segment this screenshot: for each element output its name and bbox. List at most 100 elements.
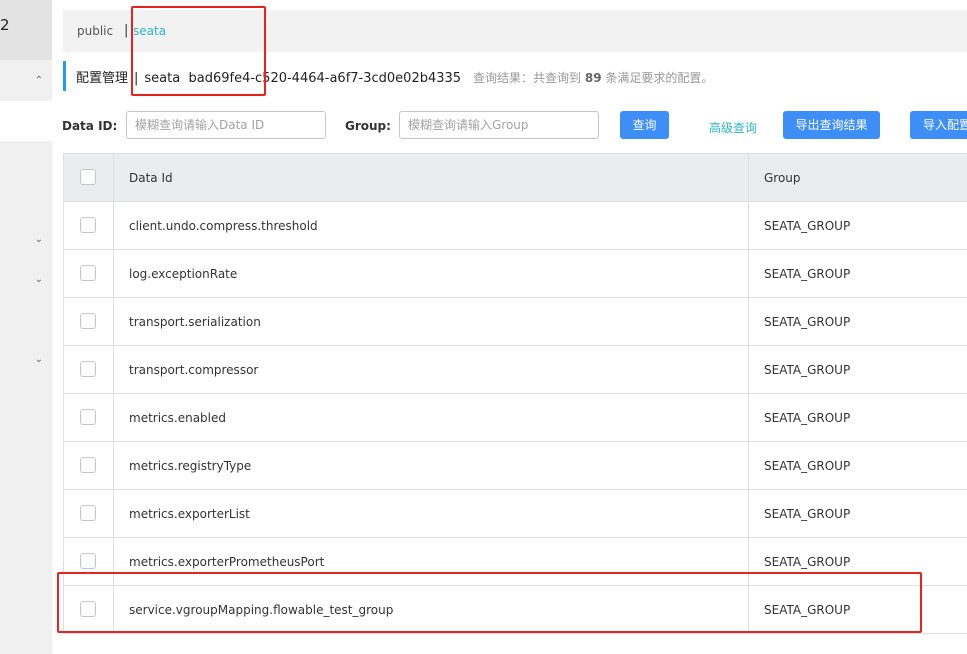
group-input[interactable] [399, 111, 599, 139]
sidebar: 2 ⌃ ⌄ ⌄ ⌄ [0, 0, 52, 654]
row-data-id-cell: metrics.exporterPrometheusPort [114, 538, 749, 585]
row-group-cell: SEATA_GROUP [749, 490, 967, 537]
result-count: 89 [584, 71, 602, 85]
data-id-input[interactable] [126, 111, 326, 139]
row-data-id-cell: transport.compressor [114, 346, 749, 393]
row-data-id-cell: client.undo.compress.threshold [114, 202, 749, 249]
row-checkbox[interactable] [80, 505, 96, 521]
row-group: SEATA_GROUP [764, 411, 851, 425]
sidebar-top-label: 2 [0, 16, 10, 34]
row-group: SEATA_GROUP [764, 363, 851, 377]
query-button[interactable]: 查询 [620, 111, 669, 139]
table-row[interactable]: metrics.enabled SEATA_GROUP [64, 394, 967, 442]
namespace-seata[interactable]: seata [133, 24, 166, 38]
namespace-separator: | [124, 23, 129, 38]
header-data-id-cell: Data Id [114, 154, 749, 201]
row-data-id-cell: metrics.exporterList [114, 490, 749, 537]
row-checkbox[interactable] [80, 457, 96, 473]
row-data-id: transport.serialization [129, 315, 261, 329]
data-id-label: Data ID: [62, 119, 118, 133]
row-group: SEATA_GROUP [764, 555, 851, 569]
chevron-up-icon[interactable]: ⌃ [33, 75, 45, 87]
page-title-text: 配置管理 [76, 71, 129, 86]
row-data-id-cell: service.vgroupMapping.flowable_test_grou… [114, 586, 749, 633]
advanced-query-link[interactable]: 高级查询 [709, 119, 757, 136]
table-row[interactable]: transport.serialization SEATA_GROUP [64, 298, 967, 346]
table-row[interactable]: log.exceptionRate SEATA_GROUP [64, 250, 967, 298]
table-row[interactable]: metrics.exporterPrometheusPort SEATA_GRO… [64, 538, 967, 586]
sidebar-top-item[interactable]: 2 [0, 0, 52, 60]
row-check-cell [64, 586, 114, 633]
table-row[interactable]: metrics.registryType SEATA_GROUP [64, 442, 967, 490]
result-suffix: 条满足要求的配置。 [605, 71, 714, 85]
row-group: SEATA_GROUP [764, 459, 851, 473]
config-table: Data Id Group client.undo.compress.thres… [63, 153, 967, 634]
row-group: SEATA_GROUP [764, 603, 851, 617]
row-check-cell [64, 394, 114, 441]
row-data-id: metrics.registryType [129, 459, 252, 473]
title-namespace: seata [144, 71, 181, 86]
chevron-down-icon[interactable]: ⌄ [33, 234, 45, 246]
table-row[interactable]: transport.compressor SEATA_GROUP [64, 346, 967, 394]
row-check-cell [64, 346, 114, 393]
header-group-cell: Group [749, 154, 967, 201]
row-group-cell: SEATA_GROUP [749, 298, 967, 345]
result-prefix: 查询结果：共查询到 [473, 71, 582, 85]
row-check-cell [64, 538, 114, 585]
row-group-cell: SEATA_GROUP [749, 346, 967, 393]
title-namespace-id: bad69fe4-c520-4464-a6f7-3cd0e02b4335 [188, 71, 462, 86]
row-group: SEATA_GROUP [764, 267, 851, 281]
row-data-id-cell: metrics.enabled [114, 394, 749, 441]
row-check-cell [64, 442, 114, 489]
row-data-id: transport.compressor [129, 363, 259, 377]
row-group-cell: SEATA_GROUP [749, 538, 967, 585]
header-check-cell [64, 154, 114, 201]
row-data-id-cell: metrics.registryType [114, 442, 749, 489]
row-checkbox[interactable] [80, 361, 96, 377]
row-check-cell [64, 250, 114, 297]
row-checkbox[interactable] [80, 265, 96, 281]
row-data-id: metrics.enabled [129, 411, 227, 425]
row-group-cell: SEATA_GROUP [749, 394, 967, 441]
column-header-data-id[interactable]: Data Id [129, 171, 173, 185]
row-group-cell: SEATA_GROUP [749, 202, 967, 249]
row-checkbox[interactable] [80, 409, 96, 425]
export-results-button[interactable]: 导出查询结果 [783, 111, 880, 139]
row-data-id: log.exceptionRate [129, 267, 238, 281]
title-separator: | [134, 71, 139, 86]
row-group-cell: SEATA_GROUP [749, 250, 967, 297]
namespace-bar: public | seata [63, 10, 967, 52]
group-label: Group: [345, 119, 391, 133]
row-group-cell: SEATA_GROUP [749, 442, 967, 489]
row-checkbox[interactable] [80, 217, 96, 233]
row-group: SEATA_GROUP [764, 507, 851, 521]
row-data-id: service.vgroupMapping.flowable_test_grou… [129, 603, 394, 617]
title-accent-bar [63, 61, 66, 91]
column-header-group[interactable]: Group [764, 171, 801, 185]
row-checkbox[interactable] [80, 601, 96, 617]
table-row[interactable]: client.undo.compress.threshold SEATA_GRO… [64, 202, 967, 250]
table-header: Data Id Group [64, 154, 967, 202]
row-check-cell [64, 298, 114, 345]
row-group-cell: SEATA_GROUP [749, 586, 967, 633]
chevron-down-icon[interactable]: ⌄ [33, 274, 45, 286]
row-checkbox[interactable] [80, 313, 96, 329]
row-data-id: metrics.exporterPrometheusPort [129, 555, 325, 569]
chevron-down-icon[interactable]: ⌄ [33, 354, 45, 366]
row-check-cell [64, 490, 114, 537]
row-data-id: metrics.exporterList [129, 507, 250, 521]
result-hint: 查询结果：共查询到 89 条满足要求的配置。 [473, 69, 713, 86]
row-group: SEATA_GROUP [764, 315, 851, 329]
import-config-button[interactable]: 导入配置 [910, 111, 967, 139]
table-row[interactable]: service.vgroupMapping.flowable_test_grou… [64, 586, 967, 634]
namespace-public[interactable]: public [77, 24, 113, 38]
row-data-id-cell: log.exceptionRate [114, 250, 749, 297]
select-all-checkbox[interactable] [80, 169, 96, 185]
row-data-id: client.undo.compress.threshold [129, 219, 318, 233]
row-check-cell [64, 202, 114, 249]
sidebar-active-item[interactable] [0, 101, 52, 141]
table-row[interactable]: metrics.exporterList SEATA_GROUP [64, 490, 967, 538]
row-group: SEATA_GROUP [764, 219, 851, 233]
page-title: 配置管理 | seata bad69fe4-c520-4464-a6f7-3cd0e… [76, 67, 461, 86]
row-checkbox[interactable] [80, 553, 96, 569]
